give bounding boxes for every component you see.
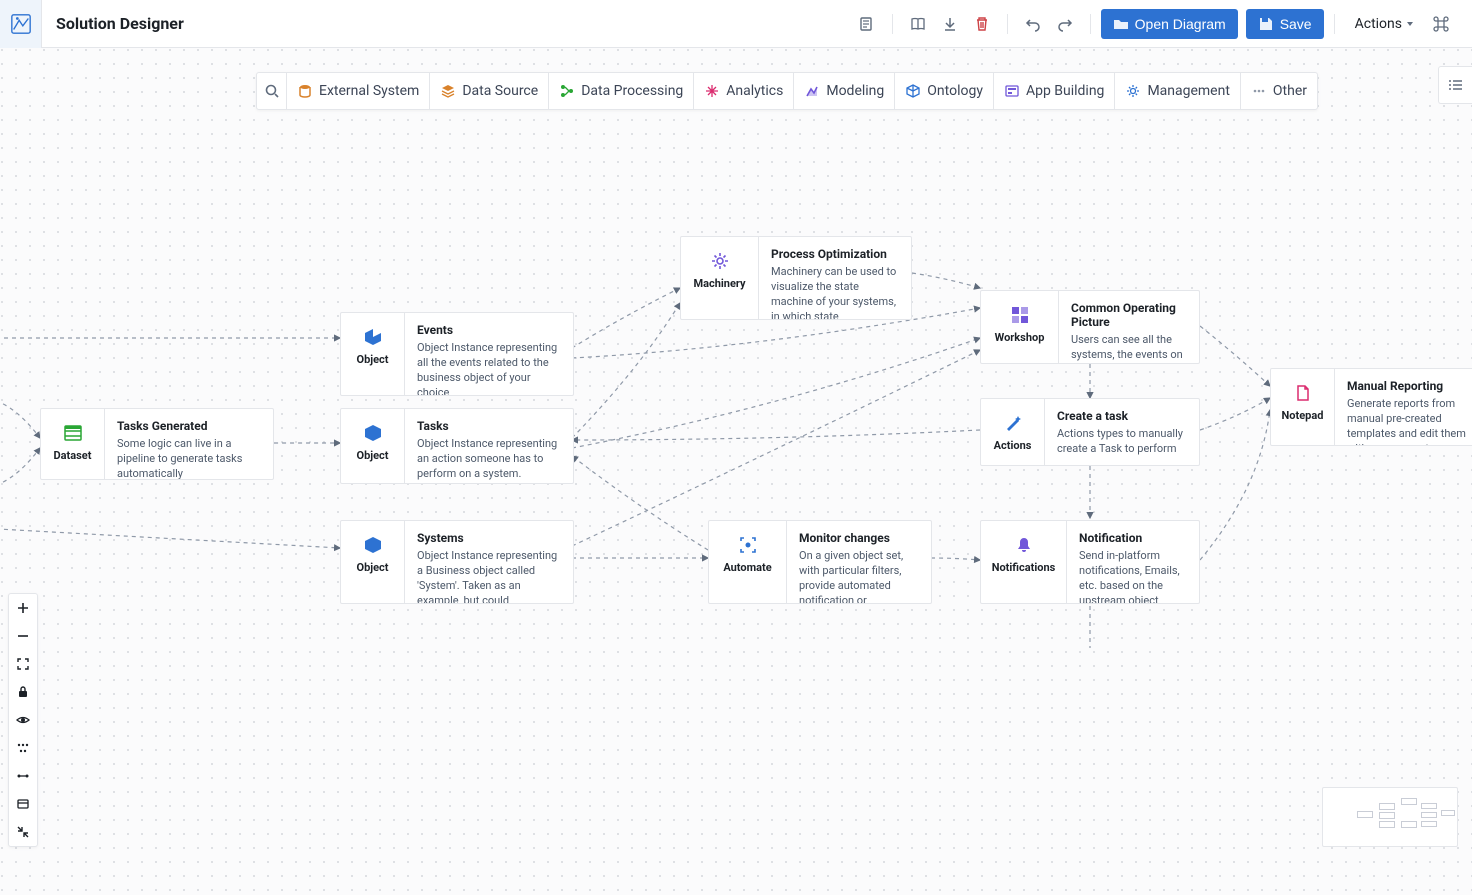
node-notifications[interactable]: Notifications NotificationSend in-platfo… xyxy=(980,520,1200,604)
database-icon xyxy=(298,84,312,98)
document-icon xyxy=(859,16,875,32)
canvas-tools xyxy=(8,593,38,847)
cube-icon xyxy=(363,535,383,555)
node-machinery[interactable]: Machinery Process OptimizationMachinery … xyxy=(680,236,912,320)
node-automate[interactable]: Automate Monitor changesOn a given objec… xyxy=(708,520,932,604)
actions-menu-button[interactable]: Actions xyxy=(1345,9,1424,39)
scan-icon xyxy=(738,535,758,555)
book-icon-button[interactable] xyxy=(903,9,933,39)
map-icon xyxy=(10,13,32,35)
download-icon xyxy=(942,16,958,32)
table-icon xyxy=(63,423,83,443)
undo-icon-button[interactable] xyxy=(1018,9,1048,39)
palette-item-app-building[interactable]: App Building xyxy=(994,73,1115,109)
palette-item-modeling[interactable]: Modeling xyxy=(794,73,895,109)
divider xyxy=(1334,14,1335,34)
palette-item-external-system[interactable]: External System xyxy=(287,73,430,109)
divider xyxy=(1007,14,1008,34)
model-icon xyxy=(805,84,819,98)
visibility-button[interactable] xyxy=(9,706,37,734)
palette-item-other[interactable]: Other xyxy=(1241,73,1317,109)
zoom-in-button[interactable] xyxy=(9,594,37,622)
node-tasks[interactable]: Object TasksObject Instance representing… xyxy=(340,408,574,484)
lock-icon xyxy=(16,685,30,699)
notepad-icon xyxy=(1294,384,1312,402)
cube-icon xyxy=(363,423,383,443)
expand-icon xyxy=(16,657,30,671)
node-workshop[interactable]: Workshop Common Operating PictureUsers c… xyxy=(980,290,1200,364)
redo-icon xyxy=(1057,16,1073,32)
folder-open-icon xyxy=(1113,16,1129,32)
redo-icon-button[interactable] xyxy=(1050,9,1080,39)
app-logo[interactable] xyxy=(0,0,42,48)
palette-item-analytics[interactable]: Analytics xyxy=(694,73,794,109)
toc-icon xyxy=(1448,77,1464,93)
connect-button[interactable] xyxy=(9,762,37,790)
divider xyxy=(892,14,893,34)
plus-icon xyxy=(16,601,30,615)
node-actions[interactable]: Actions Create a taskActions types to ma… xyxy=(980,398,1200,466)
grid-dots-icon xyxy=(16,741,30,755)
undo-icon xyxy=(1025,16,1041,32)
document-icon-button[interactable] xyxy=(852,9,882,39)
palette-item-data-processing[interactable]: Data Processing xyxy=(549,73,694,109)
cube-icon xyxy=(363,327,383,347)
page-title: Solution Designer xyxy=(56,14,852,33)
download-icon-button[interactable] xyxy=(935,9,965,39)
zoom-out-button[interactable] xyxy=(9,622,37,650)
collapse-button[interactable] xyxy=(9,818,37,846)
node-systems[interactable]: Object SystemsObject Instance representi… xyxy=(340,520,574,604)
delete-icon-button[interactable] xyxy=(967,9,997,39)
eye-icon xyxy=(16,713,30,727)
palette-item-ontology[interactable]: Ontology xyxy=(895,73,994,109)
diagram-canvas[interactable]: External System Data Source Data Process… xyxy=(0,48,1472,895)
dashboard-icon xyxy=(1010,305,1030,325)
dots-icon xyxy=(1252,84,1266,98)
wand-icon xyxy=(1003,413,1023,433)
keyboard-shortcuts-button[interactable] xyxy=(1426,9,1456,39)
search-icon xyxy=(264,83,280,99)
connect-icon xyxy=(16,769,30,783)
flow-icon xyxy=(560,84,574,98)
layout-button[interactable] xyxy=(9,734,37,762)
trash-icon xyxy=(974,16,990,32)
node-notepad[interactable]: Notepad Manual ReportingGenerate reports… xyxy=(1270,368,1472,446)
gear-icon xyxy=(1126,84,1140,98)
node-dataset[interactable]: Dataset Tasks GeneratedSome logic can li… xyxy=(40,408,274,480)
fit-screen-button[interactable] xyxy=(9,650,37,678)
minus-icon xyxy=(16,629,30,643)
palette-item-management[interactable]: Management xyxy=(1115,73,1240,109)
card-button[interactable] xyxy=(9,790,37,818)
layers-icon xyxy=(441,84,455,98)
app-header: Solution Designer Open Diagram Save Acti… xyxy=(0,0,1472,48)
app-icon xyxy=(1005,84,1019,98)
save-icon xyxy=(1258,16,1274,32)
command-icon xyxy=(1433,16,1449,32)
book-icon xyxy=(910,16,926,32)
node-events[interactable]: Object EventsObject Instance representin… xyxy=(340,312,574,396)
divider xyxy=(1090,14,1091,34)
table-of-contents-button[interactable] xyxy=(1438,66,1472,104)
analytics-icon xyxy=(705,84,719,98)
caret-down-icon xyxy=(1406,20,1414,28)
cube-icon xyxy=(906,84,920,98)
lock-button[interactable] xyxy=(9,678,37,706)
palette-item-data-source[interactable]: Data Source xyxy=(430,73,549,109)
open-diagram-button[interactable]: Open Diagram xyxy=(1101,9,1238,39)
card-icon xyxy=(16,797,30,811)
collapse-icon xyxy=(16,825,30,839)
node-palette: External System Data Source Data Process… xyxy=(256,72,1318,110)
gear-icon xyxy=(710,251,730,271)
minimap[interactable] xyxy=(1322,787,1458,847)
palette-search-button[interactable] xyxy=(257,73,287,109)
save-button[interactable]: Save xyxy=(1246,9,1324,39)
bell-icon xyxy=(1015,536,1033,554)
